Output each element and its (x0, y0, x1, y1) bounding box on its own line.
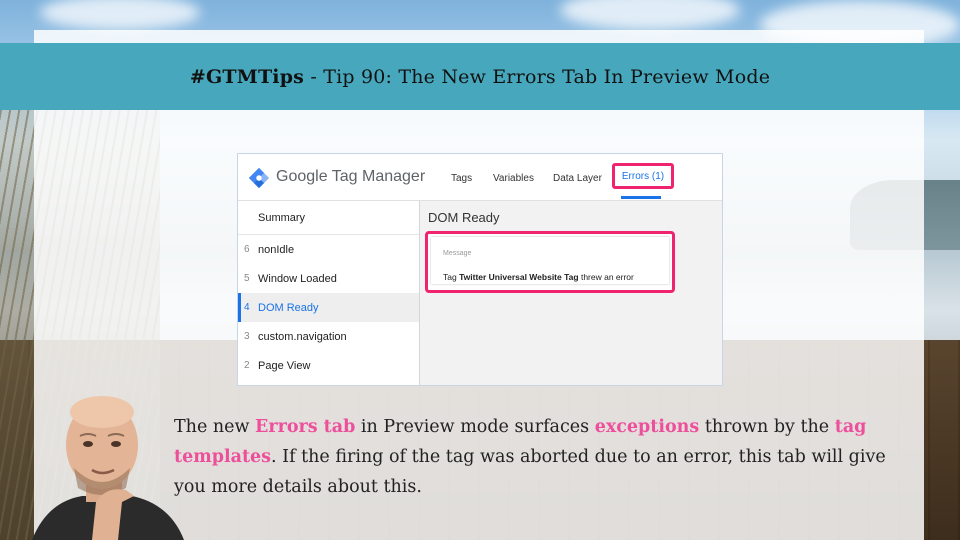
caption-text: thrown by the (699, 417, 835, 437)
event-label: Page View (258, 359, 311, 372)
event-number: 4 (244, 302, 250, 313)
message-suffix: threw an error (578, 272, 634, 282)
message-tag-name: Twitter Universal Website Tag (459, 272, 579, 282)
tab-tags[interactable]: Tags (451, 173, 472, 184)
message-column-header: Message (443, 250, 472, 257)
sidebar-item-nonidle[interactable]: 6 nonIdle (238, 235, 419, 264)
event-detail-pane: DOM Ready Message Tag Twitter Universal … (420, 201, 722, 385)
presenter-avatar (32, 396, 184, 540)
message-prefix: Tag (443, 272, 460, 282)
gtm-brand-name: Google Tag Manager (276, 168, 426, 185)
title-text: - Tip 90: The New Errors Tab In Preview … (304, 65, 771, 88)
caption-text: . If the firing of the tag was aborted d… (174, 447, 886, 497)
slide-title: #GTMTips - Tip 90: The New Errors Tab In… (190, 66, 770, 88)
event-label: nonIdle (258, 243, 295, 256)
sidebar-item-custom-navigation[interactable]: 3 custom.navigation (238, 322, 419, 351)
slide-caption: The new Errors tab in Preview mode surfa… (174, 412, 894, 502)
tab-variables[interactable]: Variables (493, 173, 534, 184)
gtm-logo-icon (248, 167, 270, 189)
sidebar-item-window-loaded[interactable]: 5 Window Loaded (238, 264, 419, 293)
gtm-header: Google Tag Manager Tags Variables Data L… (238, 154, 722, 201)
sidebar-item-summary[interactable]: Summary (238, 201, 419, 235)
event-title: DOM Ready (428, 210, 500, 225)
event-number: 2 (244, 360, 250, 371)
tab-errors[interactable]: Errors (1) (612, 163, 674, 189)
tab-data-layer[interactable]: Data Layer (553, 173, 602, 184)
sidebar-item-page-view[interactable]: 2 Page View (238, 351, 419, 380)
event-number: 5 (244, 273, 250, 284)
event-label: custom.navigation (258, 330, 347, 343)
caption-text: in Preview mode surfaces (355, 417, 595, 437)
error-message: Tag Twitter Universal Website Tag threw … (443, 272, 634, 282)
event-number: 3 (244, 331, 250, 342)
sidebar-item-dom-ready[interactable]: 4 DOM Ready (238, 293, 419, 322)
caption-highlight-errors-tab: Errors tab (255, 417, 356, 437)
caption-text: The new (174, 417, 256, 437)
gtm-preview-screenshot: Google Tag Manager Tags Variables Data L… (237, 153, 723, 386)
title-hashtag: #GTMTips (189, 65, 305, 88)
event-label: DOM Ready (258, 301, 319, 314)
title-banner: #GTMTips - Tip 90: The New Errors Tab In… (0, 43, 960, 110)
active-tab-indicator (621, 196, 661, 199)
error-message-card: Message Tag Twitter Universal Website Ta… (425, 231, 675, 293)
event-number: 6 (244, 244, 250, 255)
event-sidebar: Summary 6 nonIdle 5 Window Loaded 4 DOM … (238, 201, 420, 385)
event-label: Window Loaded (258, 272, 337, 285)
error-card-inner: Message Tag Twitter Universal Website Ta… (431, 237, 669, 284)
caption-highlight-exceptions: exceptions (594, 417, 700, 437)
